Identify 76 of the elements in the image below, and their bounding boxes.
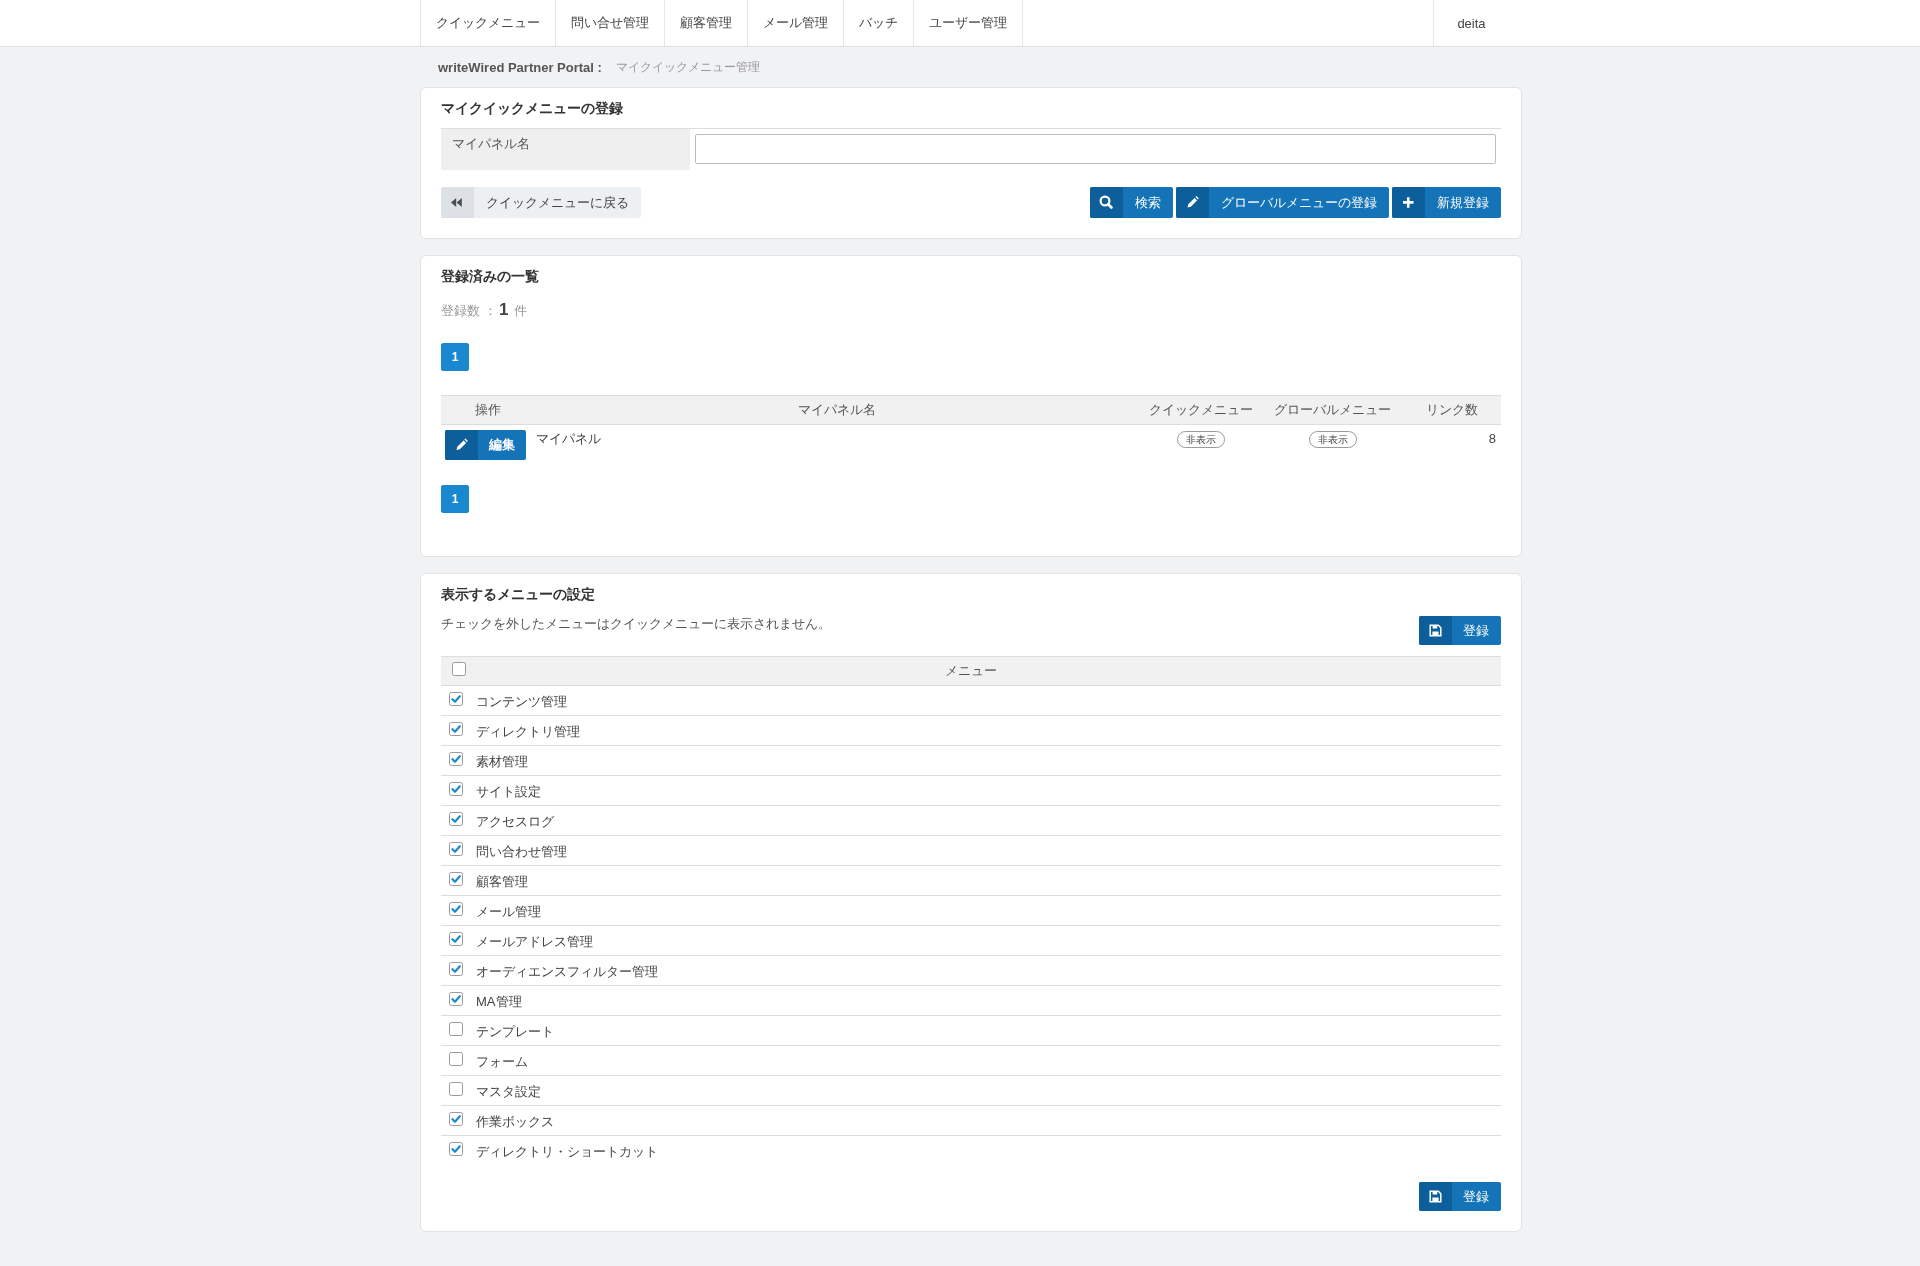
panel-title: マイクイックメニューの登録	[441, 99, 624, 118]
checkbox[interactable]	[449, 1022, 463, 1036]
column-header: クイックメニュー	[1148, 401, 1254, 419]
breadcrumb-page: マイクイックメニュー管理	[615, 58, 760, 76]
table-cell: マイパネル	[536, 431, 601, 446]
edit-button[interactable]: グローバルメニューの登録	[1176, 187, 1389, 218]
menu-name: ディレクトリ・ショートカット	[476, 1143, 658, 1161]
menu-name: ディレクトリ管理	[476, 723, 580, 741]
page-button[interactable]: 1	[441, 485, 469, 513]
panel-title: 登録済みの一覧	[441, 267, 540, 286]
menu-name: 問い合わせ管理	[476, 843, 567, 861]
column-header: リンク数	[1425, 401, 1479, 419]
menu-name: 素材管理	[476, 753, 528, 771]
menu-name: サイト設定	[476, 783, 541, 801]
column-header: グローバルメニュー	[1273, 401, 1392, 419]
save-button[interactable]: 登録	[1419, 1182, 1501, 1211]
column-header: 操作	[473, 401, 502, 419]
checkbox[interactable]	[449, 1142, 463, 1156]
add-button[interactable]: 新規登録	[1392, 187, 1501, 218]
count-separator: ：	[484, 302, 497, 320]
nav-item[interactable]: ユーザー管理	[914, 0, 1023, 46]
column-header: マイパネル名	[797, 401, 877, 419]
checkbox[interactable]	[449, 692, 463, 706]
checkbox[interactable]	[449, 872, 463, 886]
select-all-checkbox[interactable]	[452, 662, 466, 676]
field-label: マイパネル名	[441, 129, 690, 170]
rewind-icon	[441, 187, 474, 218]
checkbox[interactable]	[449, 812, 463, 826]
checkbox[interactable]	[449, 722, 463, 736]
nav-item[interactable]: バッチ	[844, 0, 914, 46]
nav-item[interactable]: 顧客管理	[665, 0, 748, 46]
checkbox[interactable]	[449, 932, 463, 946]
menu-name: アクセスログ	[476, 813, 554, 831]
portal-name: writeWired Partner Portal :	[438, 59, 602, 75]
pencil-icon	[1176, 187, 1209, 218]
menu-name: 作業ボックス	[476, 1113, 554, 1131]
menu-name: オーディエンスフィルター管理	[476, 963, 658, 981]
checkbox[interactable]	[449, 962, 463, 976]
count-unit: 件	[514, 302, 528, 320]
nav-item[interactable]: クイックメニュー	[420, 0, 556, 46]
search-icon	[1090, 187, 1123, 218]
menu-name: フォーム	[476, 1053, 528, 1071]
nav-item[interactable]: メール管理	[748, 0, 844, 46]
user-menu[interactable]: deita	[1433, 0, 1509, 46]
checkbox[interactable]	[449, 902, 463, 916]
menu-name: 顧客管理	[476, 873, 528, 891]
count-value: 1	[499, 299, 509, 321]
page-button[interactable]: 1	[441, 343, 469, 371]
checkbox[interactable]	[449, 1082, 463, 1096]
column-header: メニュー	[944, 662, 998, 680]
edit-button[interactable]: 編集	[445, 430, 526, 460]
checkbox[interactable]	[449, 782, 463, 796]
menu-name: MA管理	[476, 993, 522, 1011]
checkbox[interactable]	[449, 992, 463, 1006]
table-cell: 8	[1488, 431, 1496, 446]
menu-name: コンテンツ管理	[476, 693, 567, 711]
save-icon	[1419, 616, 1452, 645]
search-button[interactable]: 検索	[1090, 187, 1173, 218]
settings-note: チェックを外したメニューはクイックメニューに表示されません。	[441, 615, 831, 633]
menu-name: マスタ設定	[476, 1083, 541, 1101]
panel-name-input[interactable]	[695, 134, 1496, 164]
panel-title: 表示するメニューの設定	[441, 585, 596, 604]
checkbox[interactable]	[449, 1112, 463, 1126]
menu-name: メール管理	[476, 903, 541, 921]
menu-name: テンプレート	[476, 1023, 554, 1041]
save-button[interactable]: 登録	[1419, 616, 1501, 645]
menu-name: メールアドレス管理	[476, 933, 593, 951]
save-icon	[1419, 1182, 1452, 1211]
nav-item[interactable]: 問い合せ管理	[556, 0, 665, 46]
pencil-icon	[445, 430, 478, 460]
back-button[interactable]: クイックメニューに戻る	[441, 187, 641, 218]
count-label: 登録数	[441, 302, 480, 320]
plus-icon	[1392, 187, 1425, 218]
checkbox[interactable]	[449, 842, 463, 856]
checkbox[interactable]	[449, 1052, 463, 1066]
checkbox[interactable]	[449, 752, 463, 766]
